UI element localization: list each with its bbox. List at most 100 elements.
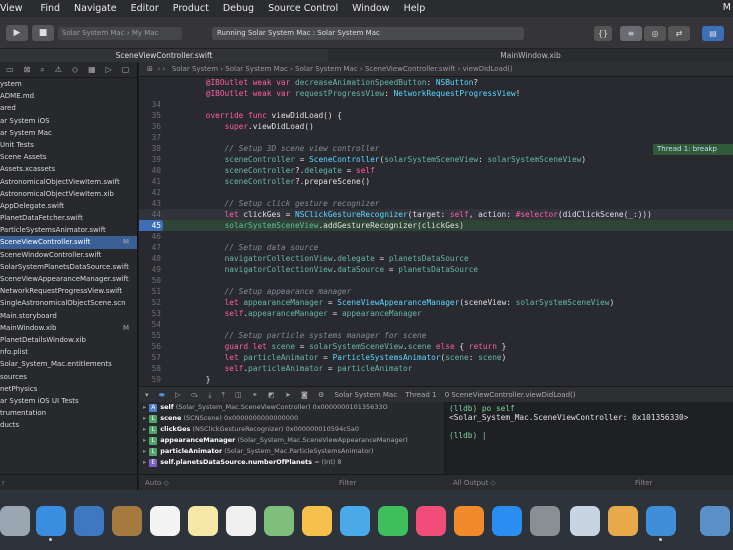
- view-hierarchy-icon[interactable]: ◫: [235, 391, 242, 399]
- line-number[interactable]: 50: [139, 275, 163, 286]
- line-number[interactable]: 37: [139, 132, 163, 143]
- code-line[interactable]: 42: [139, 187, 733, 198]
- line-number[interactable]: 44: [139, 209, 163, 220]
- menu-view[interactable]: View: [0, 3, 31, 14]
- menu-window[interactable]: Window: [352, 3, 397, 14]
- disclosure-icon[interactable]: ▸: [143, 447, 146, 455]
- file-item[interactable]: SolarSystemPlanetsDataSource.swift: [0, 261, 137, 273]
- variable-row[interactable]: ▸ LclickGes (NSClickGestureRecognizer) 0x…: [139, 424, 444, 435]
- messages-icon[interactable]: [340, 506, 370, 536]
- pages-icon[interactable]: [608, 506, 638, 536]
- code-line[interactable]: 49 navigatorCollectionView.dataSource = …: [139, 264, 733, 275]
- code-line[interactable]: 36 super.viewDidLoad(): [139, 121, 733, 132]
- disclosure-icon[interactable]: ▸: [143, 403, 146, 411]
- version-editor-button[interactable]: ⇄: [668, 26, 690, 41]
- stop-button[interactable]: ■: [32, 25, 54, 41]
- assistant-editor-button[interactable]: ◎: [644, 26, 666, 41]
- line-number[interactable]: 47: [139, 242, 163, 253]
- file-item[interactable]: ystem: [0, 78, 137, 90]
- file-item[interactable]: SceneViewAppearanceManager.swift: [0, 273, 137, 285]
- calendar-icon[interactable]: [150, 506, 180, 536]
- file-item[interactable]: ducts: [0, 419, 137, 431]
- tab-mainwindow[interactable]: MainWindow.xib: [328, 49, 733, 62]
- variable-row[interactable]: ▸ LparticleAnimator (Solar_System_Mac.Par…: [139, 446, 444, 457]
- file-item[interactable]: AstronomicalObjectViewItem.xib: [0, 188, 137, 200]
- variable-row[interactable]: ▸ LappearanceManager (Solar_System_Mac.Sc…: [139, 435, 444, 446]
- symbol-icon[interactable]: ⌕: [40, 65, 44, 75]
- line-number[interactable]: 39: [139, 154, 163, 165]
- contacts-icon[interactable]: [112, 506, 142, 536]
- file-item[interactable]: SceneViewController.swift M: [0, 236, 137, 249]
- camera-icon[interactable]: ◙: [301, 391, 308, 399]
- file-item[interactable]: ared: [0, 102, 137, 114]
- file-item[interactable]: PlanetDataFetcher.swift: [0, 212, 137, 224]
- facetime-icon[interactable]: [378, 506, 408, 536]
- line-number[interactable]: 59: [139, 374, 163, 385]
- file-item[interactable]: SceneWindowController.swift: [0, 249, 137, 261]
- code-line[interactable]: 58 self.particleAnimator = particleAnima…: [139, 363, 733, 374]
- disclosure-icon[interactable]: ▸: [143, 414, 146, 422]
- back-icon[interactable]: ‹: [157, 65, 160, 73]
- file-item[interactable]: Scene Assets: [0, 151, 137, 163]
- forward-icon[interactable]: ›: [162, 65, 165, 73]
- file-item[interactable]: Main.storyboard: [0, 310, 137, 322]
- menu-product[interactable]: Product: [173, 3, 217, 14]
- music-icon[interactable]: [416, 506, 446, 536]
- maps-icon[interactable]: [264, 506, 294, 536]
- line-number[interactable]: 58: [139, 363, 163, 374]
- code-line[interactable]: 38 // Setup 3D scene view controller: [139, 143, 733, 154]
- file-item[interactable]: netPhysics: [0, 383, 137, 395]
- line-number[interactable]: 42: [139, 187, 163, 198]
- code-line[interactable]: 44 let clickGes = NSClickGestureRecogniz…: [139, 209, 733, 220]
- debug-frame[interactable]: 0 SceneViewController.viewDidLoad(): [445, 391, 576, 399]
- line-number[interactable]: 57: [139, 352, 163, 363]
- report-icon[interactable]: ▢: [122, 65, 130, 74]
- line-number[interactable]: 56: [139, 341, 163, 352]
- books-icon[interactable]: [454, 506, 484, 536]
- jump-folder[interactable]: Solar System Mac: [295, 65, 358, 73]
- console-filter[interactable]: Filter: [635, 475, 652, 491]
- line-number[interactable]: 48: [139, 253, 163, 264]
- menu-find[interactable]: Find: [41, 3, 68, 14]
- reminders-icon[interactable]: [226, 506, 256, 536]
- code-line[interactable]: 53 self.appearanceManager = appearanceMa…: [139, 308, 733, 319]
- code-line[interactable]: 37: [139, 132, 733, 143]
- code-line[interactable]: 40 sceneController?.delegate = self: [139, 165, 733, 176]
- issue-icon[interactable]: ◇: [72, 65, 78, 74]
- menu-navigate[interactable]: Navigate: [74, 3, 125, 14]
- line-number[interactable]: 40: [139, 165, 163, 176]
- code-line[interactable]: 41 sceneController?.prepareScene(): [139, 176, 733, 187]
- disclosure-icon[interactable]: ▸: [143, 425, 146, 433]
- line-number[interactable]: 41: [139, 176, 163, 187]
- tab-sceneviewcontroller[interactable]: SceneViewController.swift: [0, 49, 328, 62]
- file-item[interactable]: NetworkRequestProgressView.swift: [0, 285, 137, 297]
- downloads-icon[interactable]: [700, 506, 730, 536]
- file-item[interactable]: Assets.xcassets: [0, 163, 137, 175]
- code-line[interactable]: 55 // Setup particle systems manager for…: [139, 330, 733, 341]
- continue-icon[interactable]: ▷: [175, 391, 180, 399]
- step-out-icon[interactable]: ⤒: [222, 391, 225, 399]
- jump-project[interactable]: Solar System: [172, 65, 218, 73]
- gear-icon[interactable]: ⚙: [318, 391, 324, 399]
- code-line[interactable]: 54: [139, 319, 733, 330]
- safari-icon[interactable]: [36, 506, 66, 536]
- mail-icon[interactable]: [74, 506, 104, 536]
- file-item[interactable]: PlanetDetailsWindow.xib: [0, 334, 137, 346]
- line-number[interactable]: 34: [139, 99, 163, 110]
- file-item[interactable]: SingleAstronomicalObjectScene.scn: [0, 297, 137, 309]
- variables-filter[interactable]: Filter: [339, 475, 356, 491]
- line-number[interactable]: 49: [139, 264, 163, 275]
- menu-source-control[interactable]: Source Control: [268, 3, 346, 14]
- menu-help[interactable]: Help: [404, 3, 434, 14]
- step-in-icon[interactable]: ⤓: [208, 391, 211, 399]
- menubar-right-item[interactable]: M: [723, 2, 731, 13]
- code-line[interactable]: 45 solarSystemSceneView.addGestureRecogn…: [139, 220, 733, 231]
- code-line[interactable]: 48 navigatorCollectionView.delegate = pl…: [139, 253, 733, 264]
- line-number[interactable]: 53: [139, 308, 163, 319]
- keynote-icon[interactable]: [570, 506, 600, 536]
- code-line[interactable]: @IBOutlet weak var requestProgressView: …: [139, 88, 733, 99]
- file-item[interactable]: trumentation: [0, 407, 137, 419]
- find-icon[interactable]: ⚠: [55, 65, 62, 74]
- code-line[interactable]: 52 let appearanceManager = SceneViewAppe…: [139, 297, 733, 308]
- breakpoints-icon[interactable]: ⬬: [159, 391, 165, 399]
